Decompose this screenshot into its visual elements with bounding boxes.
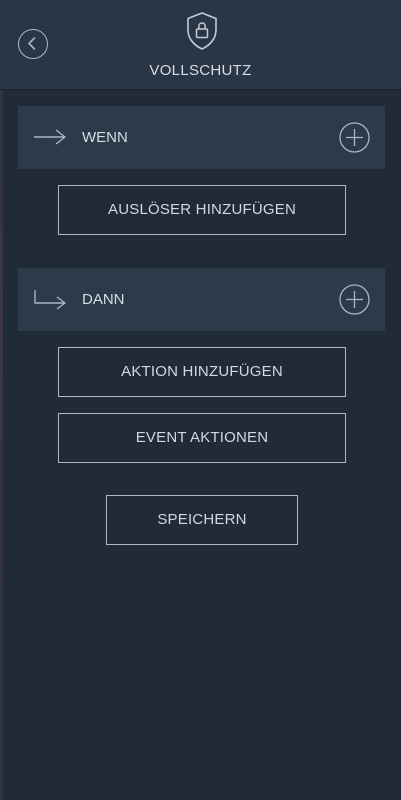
header: VOLLSCHUTZ (0, 0, 401, 90)
when-section-header: WENN (18, 106, 385, 169)
arrow-turn-right-icon (34, 290, 66, 310)
arrow-right-icon (34, 129, 66, 145)
back-button[interactable] (18, 29, 48, 59)
plus-circle-icon[interactable] (339, 284, 370, 315)
chevron-left-icon (28, 37, 36, 50)
add-trigger-button[interactable]: AUSLÖSER HINZUFÜGEN (58, 185, 346, 235)
then-section-header: DANN (18, 268, 385, 331)
save-button[interactable]: SPEICHERN (106, 495, 298, 545)
when-label: WENN (82, 129, 128, 146)
then-label: DANN (82, 291, 125, 308)
event-actions-button[interactable]: EVENT AKTIONEN (58, 413, 346, 463)
plus-circle-icon[interactable] (339, 122, 370, 153)
window-edge (0, 0, 3, 800)
shield-lock-icon (187, 12, 217, 50)
page-title: VOLLSCHUTZ (149, 62, 252, 79)
add-action-button[interactable]: AKTION HINZUFÜGEN (58, 347, 346, 397)
